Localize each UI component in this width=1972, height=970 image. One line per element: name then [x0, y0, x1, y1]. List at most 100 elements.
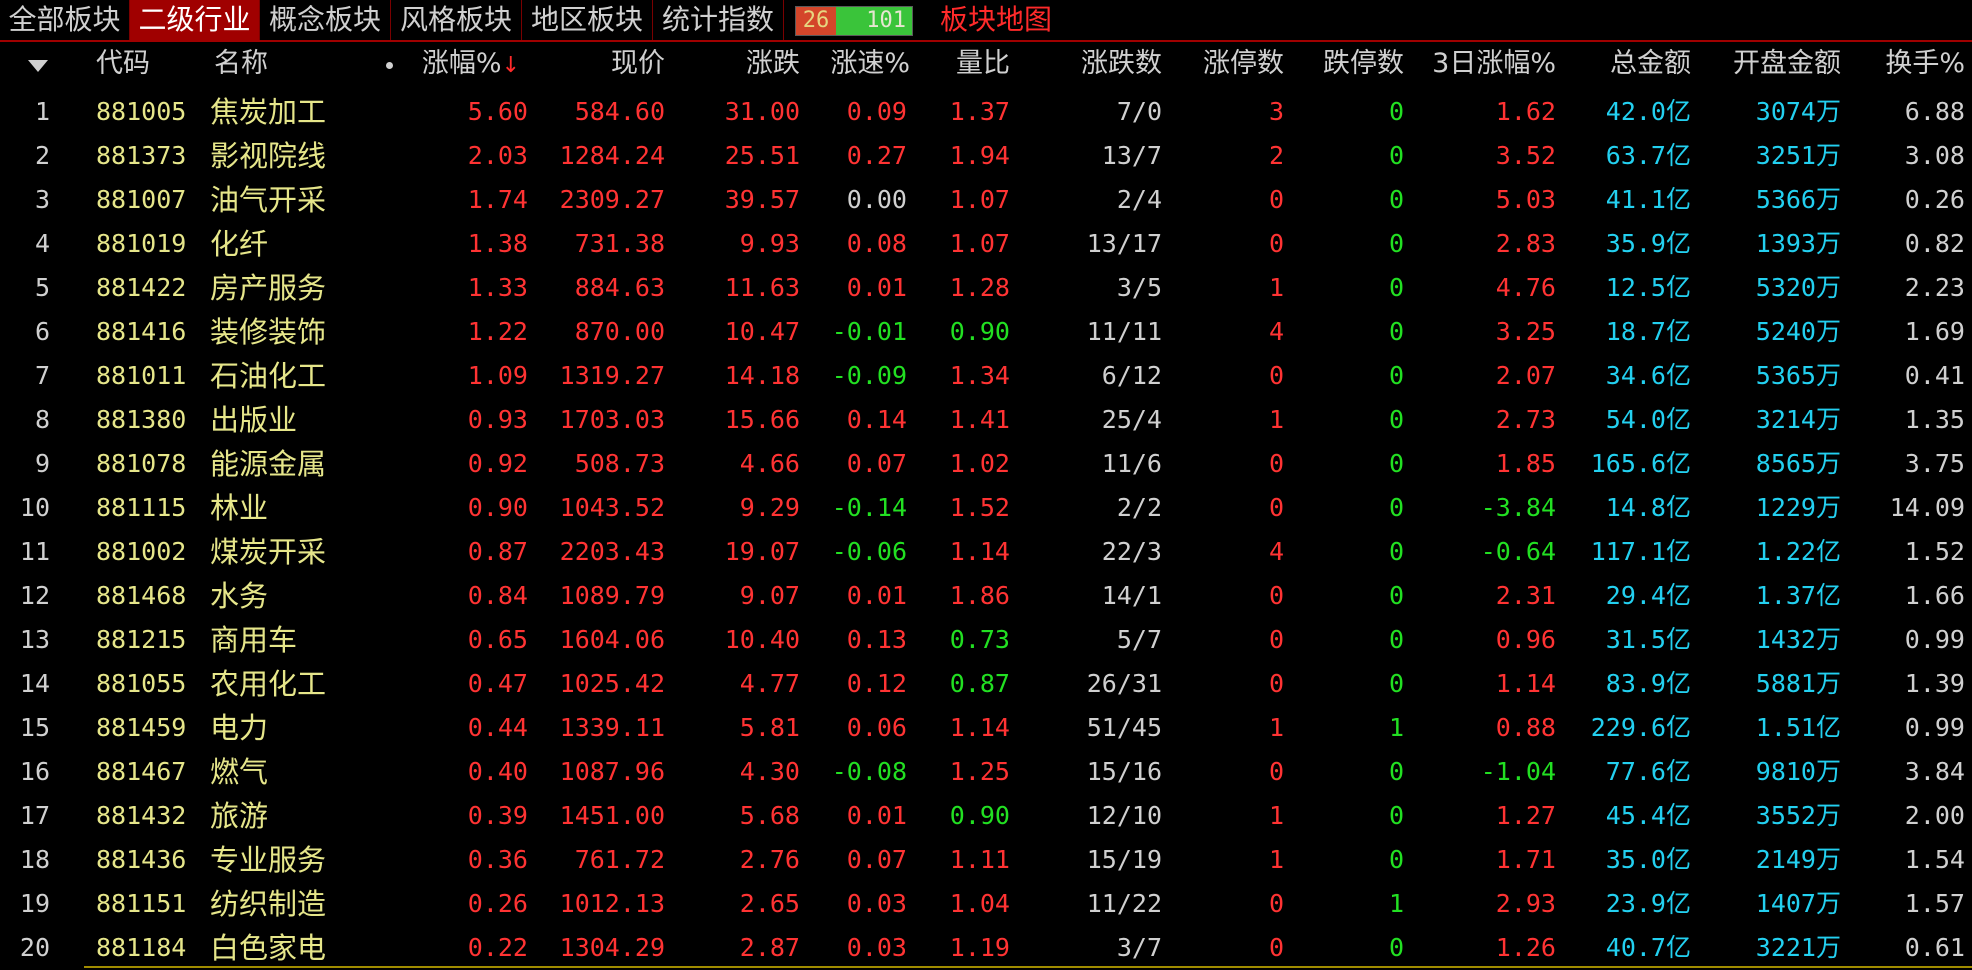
cell-turnover: 6.88: [1904, 97, 1965, 126]
cell-pct: 0.84: [467, 581, 528, 610]
tab-all-sectors[interactable]: 全部板块: [0, 0, 130, 40]
table-row[interactable]: 20 881184 白色家电 0.22 1304.29 2.87 0.03 1.19 3/7 0 0…: [0, 926, 1972, 970]
cell-pct: 5.60: [467, 97, 528, 126]
cell-limit-down: 0: [1388, 757, 1404, 786]
col-header-name[interactable]: 名称: [214, 42, 334, 86]
cell-change: 2.87: [739, 933, 800, 962]
col-header-open-amount[interactable]: 开盘金额: [1691, 42, 1841, 86]
col-header-vol-ratio[interactable]: 量比: [910, 42, 1010, 86]
table-row[interactable]: 13 881215 商用车 0.65 1604.06 10.40 0.13 0.73 5/7 0 0…: [0, 618, 1972, 662]
cell-limit-down: 0: [1388, 625, 1404, 654]
table-row[interactable]: 7 881011 石油化工 1.09 1319.27 14.18 -0.09 1.34 6/12…: [0, 354, 1972, 398]
cell-pct3d: -0.64: [1480, 537, 1556, 566]
cell-code: 881467: [96, 757, 187, 786]
cell-limit-down: 0: [1388, 537, 1404, 566]
col-header-turnover[interactable]: 换手%: [1841, 42, 1965, 86]
cell-code: 881215: [96, 625, 187, 654]
column-options-dot-icon[interactable]: [386, 62, 393, 69]
cell-pct: 1.74: [467, 185, 528, 214]
cell-amount: 45.4亿: [1605, 801, 1691, 830]
cell-pct: 0.22: [467, 933, 528, 962]
tab-region-sectors[interactable]: 地区板块: [522, 0, 653, 40]
table-row[interactable]: 5 881422 房产服务 1.33 884.63 11.63 0.01 1.28 3/5 1 0 4…: [0, 266, 1972, 310]
cell-vol-ratio: 1.02: [949, 449, 1010, 478]
table-row[interactable]: 15 881459 电力 0.44 1339.11 5.81 0.06 1.14 51/45 1 1…: [0, 706, 1972, 750]
table-row[interactable]: 10 881115 林业 0.90 1043.52 9.29 -0.14 1.52 2/2 0 0 -…: [0, 486, 1972, 530]
cell-turnover: 14.09: [1889, 493, 1965, 522]
cell-pct: 1.33: [467, 273, 528, 302]
table-row[interactable]: 6 881416 装修装饰 1.22 870.00 10.47 -0.01 0.90 11/11…: [0, 310, 1972, 354]
table-row[interactable]: 11 881002 煤炭开采 0.87 2203.43 19.07 -0.06 1.14 22/…: [0, 530, 1972, 574]
col-header-change[interactable]: 涨跌: [665, 42, 800, 86]
cell-price: 1089.79: [559, 581, 665, 610]
col-header-pct3d[interactable]: 3日涨幅%: [1404, 42, 1556, 86]
cell-speed: 0.03: [846, 933, 907, 962]
cell-change: 4.66: [739, 449, 800, 478]
cell-price: 1043.52: [559, 493, 665, 522]
cell-open-amount: 3251万: [1755, 141, 1841, 170]
tab-statistic-index[interactable]: 统计指数: [653, 0, 784, 40]
col-header-limit-up[interactable]: 涨停数: [1162, 42, 1284, 86]
cell-limit-up: 0: [1268, 757, 1284, 786]
table-row[interactable]: 3 881007 油气开采 1.74 2309.27 39.57 0.00 1.07 2/4 0 0…: [0, 178, 1972, 222]
cell-speed: 0.14: [846, 405, 907, 434]
cell-updown: 51/45: [1086, 713, 1162, 742]
tab-secondary-industry[interactable]: 二级行业: [130, 0, 260, 40]
cell-price: 1012.13: [559, 889, 665, 918]
col-header-amount[interactable]: 总金额: [1556, 42, 1691, 86]
col-header-limit-down[interactable]: 跌停数: [1284, 42, 1404, 86]
sector-map-link[interactable]: 板块地图: [940, 0, 1052, 40]
cell-updown: 13/7: [1101, 141, 1162, 170]
cell-limit-down: 0: [1388, 229, 1404, 258]
cell-pct: 0.93: [467, 405, 528, 434]
cell-limit-up: 1: [1268, 273, 1284, 302]
col-header-updown[interactable]: 涨跌数: [1010, 42, 1162, 86]
cell-updown: 22/3: [1101, 537, 1162, 566]
cell-amount: 63.7亿: [1605, 141, 1691, 170]
cell-turnover: 3.84: [1904, 757, 1965, 786]
col-header-pct[interactable]: 涨幅%↓: [400, 42, 520, 86]
cell-code: 881373: [96, 141, 187, 170]
cell-turnover: 1.54: [1904, 845, 1965, 874]
table-row[interactable]: 18 881436 专业服务 0.36 761.72 2.76 0.07 1.11 15/19 1…: [0, 838, 1972, 882]
table-row[interactable]: 12 881468 水务 0.84 1089.79 9.07 0.01 1.86 14/1 0 0 2…: [0, 574, 1972, 618]
table-row[interactable]: 1 881005 焦炭加工 5.60 584.60 31.00 0.09 1.37 7/0 3 0 1…: [0, 90, 1972, 134]
cell-speed: 0.00: [846, 185, 907, 214]
cell-vol-ratio: 1.25: [949, 757, 1010, 786]
cell-limit-up: 2: [1268, 141, 1284, 170]
table-header: 代码 名称 涨幅%↓ 现价 涨跌 涨速% 量比 涨跌数 涨停数 跌停数 3日涨幅…: [0, 42, 1972, 86]
cell-limit-down: 0: [1388, 317, 1404, 346]
advance-count: 26: [796, 7, 836, 35]
cell-change: 25.51: [724, 141, 800, 170]
table-row[interactable]: 19 881151 纺织制造 0.26 1012.13 2.65 0.03 1.04 11/22…: [0, 882, 1972, 926]
cell-turnover: 1.35: [1904, 405, 1965, 434]
cell-code: 881436: [96, 845, 187, 874]
cell-change: 31.00: [724, 97, 800, 126]
tab-concept-sectors[interactable]: 概念板块: [260, 0, 391, 40]
cell-name: 白色家电: [210, 931, 327, 965]
col-header-code[interactable]: 代码: [96, 42, 186, 86]
table-row[interactable]: 4 881019 化纤 1.38 731.38 9.93 0.08 1.07 13/17 0 0 2.…: [0, 222, 1972, 266]
cell-amount: 229.6亿: [1590, 713, 1691, 742]
table-row[interactable]: 16 881467 燃气 0.40 1087.96 4.30 -0.08 1.25 15/16 0…: [0, 750, 1972, 794]
cell-speed: 0.09: [846, 97, 907, 126]
col-header-speed[interactable]: 涨速%: [800, 42, 910, 86]
col-header-price[interactable]: 现价: [520, 42, 665, 86]
table-row[interactable]: 14 881055 农用化工 0.47 1025.42 4.77 0.12 0.87 26/31…: [0, 662, 1972, 706]
cell-price: 731.38: [574, 229, 665, 258]
cell-vol-ratio: 1.34: [949, 361, 1010, 390]
cell-code: 881115: [96, 493, 187, 522]
cell-code: 881459: [96, 713, 187, 742]
cell-limit-up: 0: [1268, 493, 1284, 522]
table-row[interactable]: 2 881373 影视院线 2.03 1284.24 25.51 0.27 1.94 13/7 2…: [0, 134, 1972, 178]
cell-idx: 1: [34, 97, 50, 126]
table-row[interactable]: 8 881380 出版业 0.93 1703.03 15.66 0.14 1.41 25/4 1 0…: [0, 398, 1972, 442]
cell-code: 881432: [96, 801, 187, 830]
cell-updown: 26/31: [1086, 669, 1162, 698]
table-row[interactable]: 9 881078 能源金属 0.92 508.73 4.66 0.07 1.02 11/6 0 0 1…: [0, 442, 1972, 486]
cell-idx: 13: [19, 625, 50, 654]
sort-menu-icon[interactable]: [28, 60, 48, 72]
cell-name: 焦炭加工: [210, 95, 327, 129]
tab-style-sectors[interactable]: 风格板块: [391, 0, 522, 40]
table-row[interactable]: 17 881432 旅游 0.39 1451.00 5.68 0.01 0.90 12/10 1 0…: [0, 794, 1972, 838]
